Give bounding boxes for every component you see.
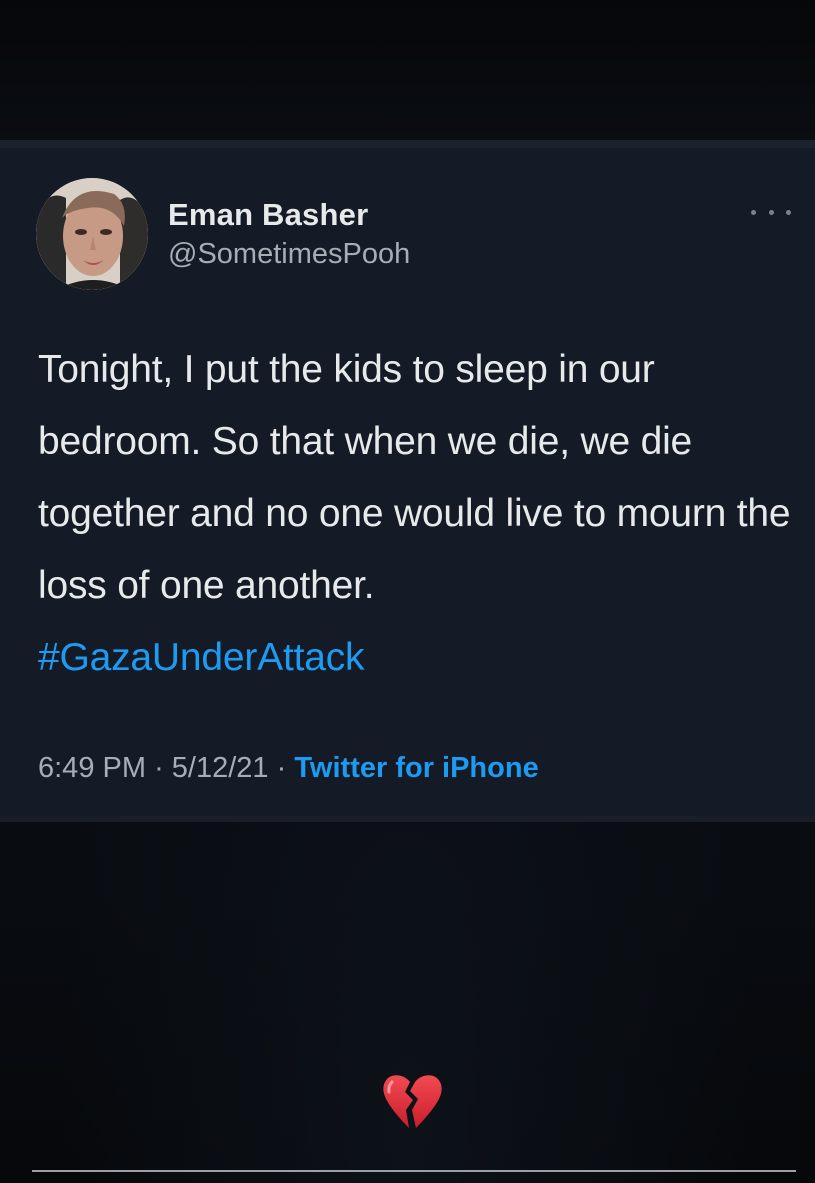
hashtag-link[interactable]: #GazaUnderAttack [38,632,365,684]
more-options-icon[interactable] [751,200,791,224]
meta-separator: · [276,752,287,784]
top-background [0,0,815,140]
avatar-photo [36,178,148,290]
broken-heart-icon [383,1075,442,1128]
tweet-card[interactable]: Eman Basher @SometimesPooh Tonight, I pu… [0,140,815,822]
author-info[interactable]: Eman Basher @SometimesPooh [168,196,410,272]
bottom-divider [32,1170,796,1172]
display-name[interactable]: Eman Basher [168,196,410,234]
more-dot [751,209,756,215]
avatar[interactable] [36,178,148,290]
meta-separator: · [154,752,164,784]
tweet-time: 6:49 PM [38,752,146,784]
more-dot [786,209,791,215]
user-handle[interactable]: @SometimesPooh [168,236,410,272]
tweet-date: 5/12/21 [171,752,269,784]
tweet-metadata: 6:49 PM · 5/12/21 · Twitter for iPhone [38,750,539,786]
more-dot [768,209,774,215]
story-screen: Eman Basher @SometimesPooh Tonight, I pu… [0,0,815,1183]
tweet-text: Tonight, I put the kids to sleep in our … [38,348,791,607]
tweet-source-link[interactable]: Twitter for iPhone [294,752,538,784]
